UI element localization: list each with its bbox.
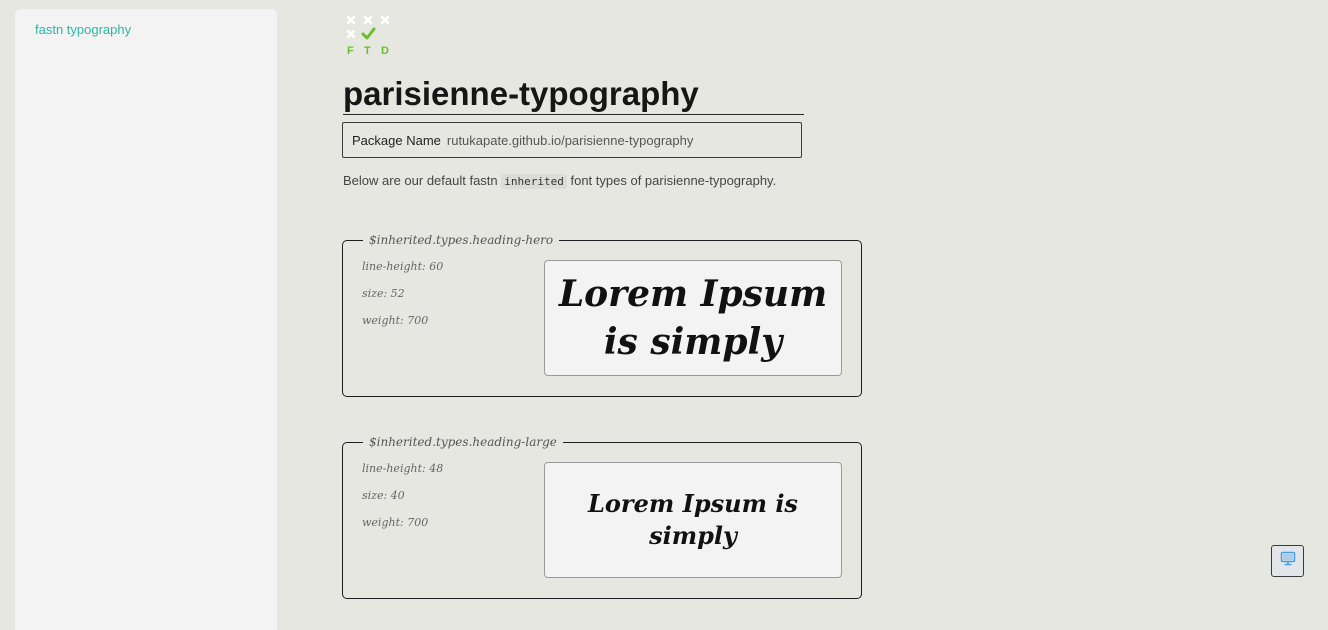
type-card-title: $inherited.types.heading-hero	[363, 230, 560, 250]
line-height-spec: line-height: 60	[362, 260, 444, 273]
svg-text:D: D	[381, 45, 389, 57]
sidebar: fastn typography	[15, 9, 277, 630]
page: fastn typography F T D parisienne-typogr…	[0, 0, 1328, 630]
device-toggle-button[interactable]	[1271, 545, 1304, 577]
package-name-value: rutukapate.github.io/parisienne-typograp…	[446, 132, 694, 148]
svg-text:T: T	[364, 45, 371, 57]
svg-text:F: F	[347, 45, 354, 57]
ftd-logo-icon[interactable]: F T D	[343, 14, 393, 58]
line-height-spec: line-height: 48	[362, 462, 444, 475]
type-card-heading-hero: $inherited.types.heading-hero line-heigh…	[342, 230, 862, 397]
description-text-after: font types of parisienne-typography.	[566, 173, 777, 188]
weight-spec: weight: 700	[362, 314, 429, 327]
description-text-before: Below are our default fastn	[343, 173, 502, 188]
description: Below are our default fastn inherited fo…	[343, 173, 777, 189]
package-name-label: Package Name	[352, 132, 441, 148]
type-card-title: $inherited.types.heading-large	[363, 432, 563, 452]
package-name-box: Package Name rutukapate.github.io/parisi…	[342, 122, 802, 158]
sidebar-item-fastn-typography[interactable]: fastn typography	[35, 22, 131, 37]
page-title: parisienne-typography	[343, 74, 804, 115]
size-spec: size: 40	[362, 489, 405, 502]
type-preview: Lorem Ipsum is simply	[544, 260, 842, 376]
type-card-heading-large: $inherited.types.heading-large line-heig…	[342, 432, 862, 599]
desktop-monitor-icon	[1280, 551, 1296, 571]
type-preview: Lorem Ipsum is simply	[544, 462, 842, 578]
inherited-code: inherited	[501, 174, 567, 189]
weight-spec: weight: 700	[362, 516, 429, 529]
size-spec: size: 52	[362, 287, 405, 300]
